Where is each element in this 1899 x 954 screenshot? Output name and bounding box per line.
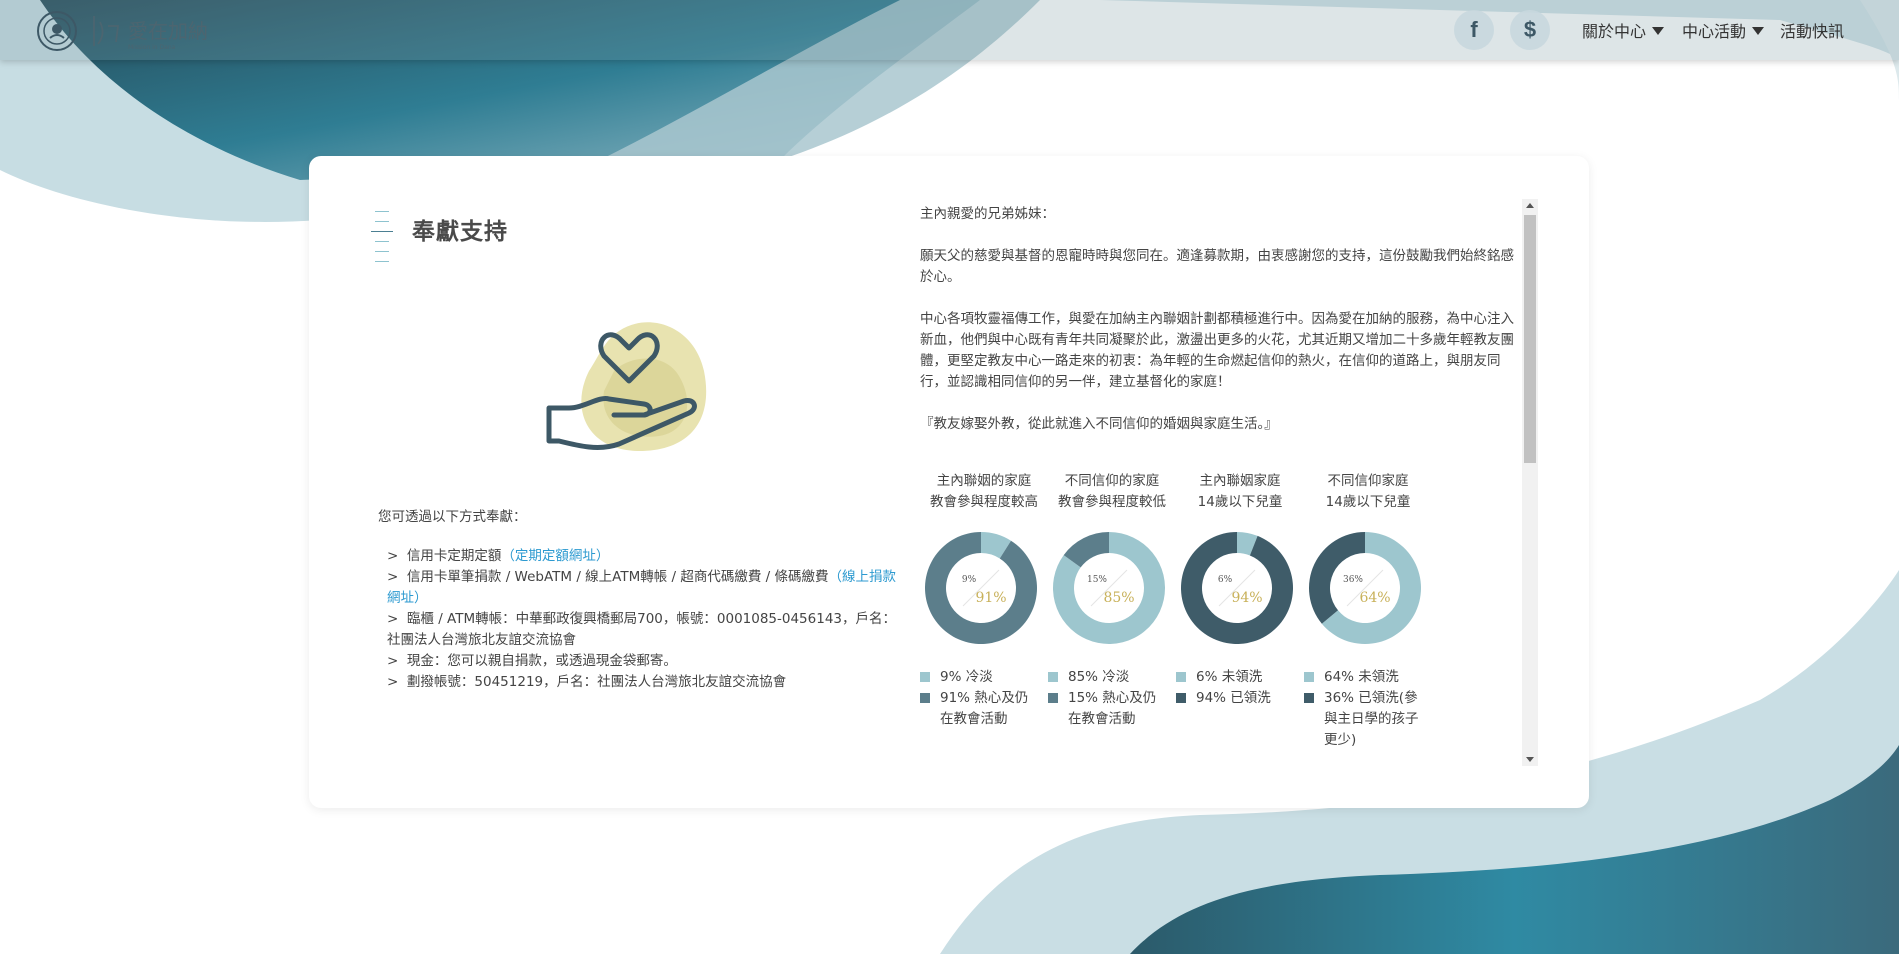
legend-entry: 85% 冷淡 <box>1048 667 1176 688</box>
chart-title: 不同信仰家庭 14歲以下兒童 <box>1304 471 1432 513</box>
chart-title-line: 14歲以下兒童 <box>1325 494 1411 510</box>
legend-swatch <box>920 672 930 682</box>
svg-text:愛在加納: 愛在加納 <box>128 19 208 43</box>
data-label-small: 9% <box>962 575 977 585</box>
data-label-small: 15% <box>1087 575 1107 585</box>
chart-title-line: 14歲以下兒童 <box>1197 494 1283 510</box>
legend-label: 64% 未領洗 <box>1324 669 1399 685</box>
vertical-scrollbar[interactable] <box>1522 199 1538 766</box>
legend-label: 85% 冷淡 <box>1068 669 1130 685</box>
site-logo[interactable]: 愛在加納 Mission in Dana <box>36 8 216 54</box>
legend-label: 91% 熱心及仍在教會活動 <box>940 690 1029 727</box>
nav-center-events[interactable]: 中心活動 <box>1682 18 1765 42</box>
list-item: > 信用卡定期定額（定期定額網址） <box>387 548 610 564</box>
legend-entry: 64% 未領洗 <box>1304 667 1432 688</box>
donut-chart: 9% 91% <box>925 532 1037 644</box>
chart-title: 不同信仰的家庭 教會參與程度較低 <box>1048 471 1176 513</box>
data-label-small: 36% <box>1343 575 1363 585</box>
chart-legend: 85% 冷淡 15% 熱心及仍在教會活動 <box>1048 667 1176 730</box>
legend-label: 9% 冷淡 <box>940 669 993 685</box>
letter-paragraph: 願天父的慈愛與基督的恩寵時時與您同在。適逢募款期，由衷感謝您的支持，這份鼓勵我們… <box>920 248 1514 285</box>
svg-text:Mission in Dana: Mission in Dana <box>128 44 176 51</box>
legend-entry: 9% 冷淡 <box>920 667 1048 688</box>
title-decoration <box>371 211 393 271</box>
list-item: > 劃撥帳號：50451219，戶名：社團法人台灣旅北友誼交流協會 <box>387 674 787 690</box>
donut-chart: 36% 64% <box>1309 532 1421 644</box>
donut-chart: 6% 94% <box>1181 532 1293 644</box>
scroll-up-arrow[interactable] <box>1522 199 1538 213</box>
chevron-down-icon <box>1652 27 1665 35</box>
data-label-large: 85% <box>1103 590 1134 606</box>
chart-column: 不同信仰的家庭 教會參與程度較低 15% 85% 85% 冷淡 15% 熱心及仍在教會活動 <box>1048 471 1176 730</box>
donut-chart: 15% 85% <box>1053 532 1165 644</box>
data-label-large: 91% <box>975 590 1006 606</box>
chart-title-line: 教會參與程度較低 <box>1058 494 1166 510</box>
chart-column: 主內聯姻的家庭 教會參與程度較高 9% 91% 9% 冷淡 91% 熱心及仍在教會活動 <box>920 471 1048 730</box>
legend-swatch <box>1048 693 1058 703</box>
legend-label: 94% 已領洗 <box>1196 690 1271 706</box>
donation-methods-list: > 信用卡定期定額（定期定額網址） > 信用卡單筆捐款 / WebATM / 線… <box>387 546 907 693</box>
legend-swatch <box>1176 693 1186 703</box>
chart-legend: 64% 未領洗 36% 已領洗(參與主日學的孩子更少) <box>1304 667 1432 751</box>
legend-swatch <box>1304 672 1314 682</box>
nav-about-center[interactable]: 關於中心 <box>1582 18 1665 42</box>
list-item: > 現金：您可以親自捐款，或透過現金袋郵寄。 <box>387 653 677 669</box>
scrollbar-thumb[interactable] <box>1524 215 1536 463</box>
legend-label: 6% 未領洗 <box>1196 669 1263 685</box>
recurring-donation-link[interactable]: （定期定額網址） <box>501 548 609 564</box>
letter-paragraph: 中心各項牧靈福傳工作，與愛在加納主內聯姻計劃都積極進行中。因為愛在加納的服務，為… <box>920 311 1514 390</box>
nav-events-label: 中心活動 <box>1682 22 1747 41</box>
chart-title-line: 教會參與程度較高 <box>930 494 1038 510</box>
heart-hand-icon <box>546 322 707 451</box>
chart-title-line: 不同信仰的家庭 <box>1064 473 1160 489</box>
data-label-small: 6% <box>1218 575 1233 585</box>
methods-intro: 您可透過以下方式奉獻： <box>378 509 527 525</box>
letter-greeting: 主內親愛的兄弟姊妹： <box>920 206 1055 222</box>
legend-label: 36% 已領洗(參與主日學的孩子更少) <box>1324 690 1419 748</box>
chart-legend: 6% 未領洗 94% 已領洗 <box>1176 667 1304 709</box>
statistics-charts: 主內聯姻的家庭 教會參與程度較高 9% 91% 9% 冷淡 91% 熱心及仍在教會活動 不同… <box>920 471 1480 771</box>
chart-title: 主內聯姻的家庭 教會參與程度較高 <box>920 471 1048 513</box>
chart-legend: 9% 冷淡 91% 熱心及仍在教會活動 <box>920 667 1048 730</box>
legend-swatch <box>1176 672 1186 682</box>
donation-card: 奉獻支持 您可透過以下方式奉獻： > 信用卡定期定額（定期定額網址） > 信用卡… <box>309 156 1589 808</box>
chart-title: 主內聯姻家庭 14歲以下兒童 <box>1176 471 1304 513</box>
chart-column: 主內聯姻家庭 14歲以下兒童 6% 94% 6% 未領洗 94% 已領洗 <box>1176 471 1304 709</box>
chart-title-line: 主內聯姻的家庭 <box>936 473 1032 489</box>
chevron-down-icon <box>1752 27 1765 35</box>
legend-entry: 15% 熱心及仍在教會活動 <box>1048 688 1176 730</box>
page-title: 奉獻支持 <box>412 219 508 245</box>
legend-swatch <box>920 693 930 703</box>
legend-swatch <box>1048 672 1058 682</box>
legend-entry: 36% 已領洗(參與主日學的孩子更少) <box>1304 688 1432 751</box>
legend-entry: 94% 已領洗 <box>1176 688 1304 709</box>
data-label-large: 64% <box>1359 590 1390 606</box>
facebook-icon[interactable]: f <box>1454 10 1494 50</box>
chart-column: 不同信仰家庭 14歲以下兒童 36% 64% 64% 未領洗 36% 已領洗(參與主日學的… <box>1304 471 1432 751</box>
letter-quote: 『教友嫁娶外教，從此就進入不同信仰的婚姻與家庭生活。』 <box>920 416 1278 432</box>
list-item: > 信用卡單筆捐款 / WebATM / 線上ATM轉帳 / 超商代碼繳費 / … <box>387 569 897 606</box>
chart-title-line: 不同信仰家庭 <box>1327 473 1409 489</box>
donate-icon[interactable]: $ <box>1510 10 1550 50</box>
legend-label: 15% 熱心及仍在教會活動 <box>1068 690 1157 727</box>
top-navbar: 愛在加納 Mission in Dana f $ 關於中心 中心活動 活動快訊 <box>0 0 1899 60</box>
legend-swatch <box>1304 693 1314 703</box>
nav-about-label: 關於中心 <box>1582 22 1647 41</box>
list-item: > 臨櫃 / ATM轉帳：中華郵政復興橋郵局700，帳號：0001085-045… <box>387 611 897 648</box>
legend-entry: 6% 未領洗 <box>1176 667 1304 688</box>
nav-event-news[interactable]: 活動快訊 <box>1780 18 1844 42</box>
scroll-down-arrow[interactable] <box>1522 752 1538 766</box>
data-label-large: 94% <box>1231 590 1262 606</box>
legend-entry: 91% 熱心及仍在教會活動 <box>920 688 1048 730</box>
chart-title-line: 主內聯姻家庭 <box>1199 473 1281 489</box>
